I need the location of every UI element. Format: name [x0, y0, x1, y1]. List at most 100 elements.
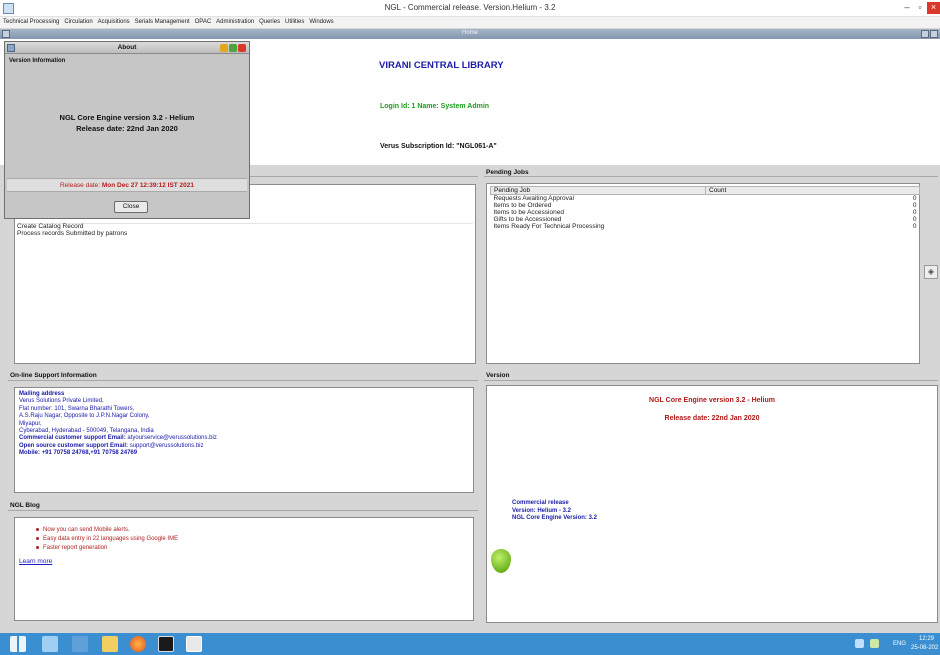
version-info-line: Commercial release	[512, 500, 569, 506]
dialog-close-icon[interactable]	[238, 44, 246, 52]
windows-start-icon[interactable]	[10, 636, 26, 652]
version-label: Version	[486, 372, 510, 379]
list-item: Faster report generation	[36, 545, 107, 551]
firefox-icon[interactable]	[130, 636, 146, 652]
job-count: 0	[912, 209, 917, 216]
terminal-icon[interactable]	[158, 636, 174, 652]
bullet-icon	[36, 545, 39, 549]
divider	[8, 510, 478, 511]
address-line: Verus Solutions Private Limited,	[19, 398, 104, 405]
pending-jobs-label: Pending Jobs	[486, 169, 529, 176]
commercial-label: Commercial customer support Email:	[19, 435, 126, 442]
close-button[interactable]: Close	[114, 201, 148, 213]
maximize-button[interactable]: ▫	[914, 2, 926, 14]
job-count: 0	[912, 216, 917, 223]
dialog-maximize-icon[interactable]	[229, 44, 237, 52]
release-label: Release date:	[59, 182, 101, 189]
file-explorer-icon[interactable]	[42, 636, 58, 652]
support-text: Mailing address Verus Solutions Private …	[19, 391, 217, 458]
login-info: Login Id: 1 Name: System Admin	[380, 103, 490, 110]
about-titlebar: About	[5, 42, 249, 54]
version-info: Commercial release Version: Helium - 3.2…	[512, 500, 597, 523]
menu-administration[interactable]: Administration	[216, 19, 254, 25]
version-info-heading: Version Information	[9, 58, 66, 64]
menu-windows[interactable]: Windows	[309, 19, 333, 25]
menu-serials-management[interactable]: Serials Management	[135, 19, 190, 25]
list-item[interactable]: Process records Submitted by patrons	[17, 230, 473, 237]
release-value: Mon Dec 27 12:39:12 IST 2021	[101, 182, 195, 189]
close-window-button[interactable]: ×	[927, 2, 940, 14]
tray-volume-icon[interactable]	[870, 639, 879, 648]
clock-date[interactable]: 25-08-202	[911, 645, 938, 651]
open-source-label: Open source customer support Email:	[19, 442, 129, 449]
menu-queries[interactable]: Queries	[259, 19, 280, 25]
table-row[interactable]: Items Ready For Technical Processing 0	[491, 223, 920, 230]
menu-utilities[interactable]: Utilities	[285, 19, 304, 25]
frame-title: Home	[461, 30, 478, 36]
blog-label: NGL Blog	[10, 502, 40, 509]
menu-bar: Technical Processing Circulation Acquisi…	[0, 17, 940, 28]
about-release-date: Release date: 22nd Jan 2020	[76, 124, 178, 133]
tray-network-icon[interactable]	[855, 639, 864, 648]
divider	[8, 380, 478, 381]
mobile-numbers: Mobile: +91 70758 24768,+91 70758 24769	[19, 450, 138, 457]
divider	[484, 380, 938, 381]
column-header[interactable]: Pending Job	[490, 186, 706, 195]
job-name: Items Ready For Technical Processing	[493, 223, 605, 230]
table-row[interactable]: Items to be Accessioned 0	[491, 209, 920, 216]
subscription-id: Verus Subscription Id: "NGL061-A"	[380, 143, 497, 150]
blog-text: Easy data entry in 22 languages using Go…	[43, 536, 179, 542]
bullet-icon	[36, 527, 39, 531]
version-info-line: Version: Helium - 3.2	[512, 507, 572, 514]
job-count: 0	[912, 223, 917, 230]
commercial-email[interactable]: atyourservice@verussolutions.biz	[127, 435, 216, 441]
about-title: About	[117, 44, 137, 51]
language-indicator[interactable]: ENG	[893, 641, 906, 647]
divider	[484, 176, 938, 177]
minimize-button[interactable]: –	[901, 2, 913, 14]
version-release-date: Release date: 22nd Jan 2020	[664, 415, 760, 422]
menu-opac[interactable]: OPAC	[195, 19, 212, 25]
support-label: On-line Support Information	[10, 372, 97, 379]
java-icon[interactable]	[186, 636, 202, 652]
list-item[interactable]: Create Catalog Record	[17, 223, 473, 230]
window-titlebar: NGL - Commercial release. Version.Helium…	[0, 0, 940, 17]
blog-text: Now you can send Mobile alerts.	[43, 527, 130, 533]
list-item: Easy data entry in 22 languages using Go…	[36, 536, 178, 542]
release-bar-text: Release date: Mon Dec 27 12:39:12 IST 20…	[7, 182, 247, 189]
maximize-frame-icon[interactable]	[930, 30, 938, 38]
tools-icon[interactable]	[72, 636, 88, 652]
window-title: NGL - Commercial release. Version.Helium…	[384, 3, 556, 12]
open-source-email[interactable]: support@verussolutions.biz	[130, 443, 204, 449]
about-engine: NGL Core Engine version 3.2 - Helium	[59, 113, 195, 122]
about-dialog: About Version Information NGL Core Engin…	[4, 41, 250, 219]
taskbar: ENG 12:29 25-08-202	[0, 633, 940, 655]
job-count: 0	[912, 202, 917, 209]
clock-time[interactable]: 12:29	[919, 636, 934, 642]
job-name: Requests Awaiting Approval	[493, 195, 574, 202]
library-name: VIRANI CENTRAL LIBRARY	[379, 60, 504, 71]
menu-circulation[interactable]: Circulation	[64, 19, 92, 25]
version-engine: NGL Core Engine version 3.2 - Helium	[649, 397, 775, 404]
release-bar: Release date: Mon Dec 27 12:39:12 IST 20…	[7, 178, 247, 192]
frame-header: Home	[0, 29, 940, 39]
bullet-icon	[36, 536, 39, 540]
learn-more-link[interactable]: Learn more	[19, 558, 52, 565]
folder-icon[interactable]	[102, 636, 118, 652]
version-info-line: NGL Core Engine Version: 3.2	[512, 515, 597, 521]
table-row[interactable]: Requests Awaiting Approval 0	[491, 195, 920, 203]
menu-technical-processing[interactable]: Technical Processing	[3, 19, 59, 25]
table-row[interactable]: Items to be Ordered 0	[491, 202, 920, 209]
table-row[interactable]: Gifts to be Accessioned 0	[491, 216, 920, 223]
job-count: 0	[912, 195, 917, 202]
menu-acquisitions[interactable]: Acquisitions	[98, 19, 130, 25]
address-line: Miyapur,	[19, 420, 42, 427]
column-header[interactable]: Count	[705, 186, 920, 195]
dialog-minimize-icon[interactable]	[220, 44, 228, 52]
restore-icon[interactable]	[921, 30, 929, 38]
job-name: Items to be Ordered	[493, 202, 552, 209]
side-arrow-icon[interactable]: ◈	[924, 265, 938, 279]
list-item: Now you can send Mobile alerts.	[36, 527, 130, 533]
blog-text: Faster report generation	[43, 545, 108, 551]
job-name: Items to be Accessioned	[493, 209, 564, 216]
